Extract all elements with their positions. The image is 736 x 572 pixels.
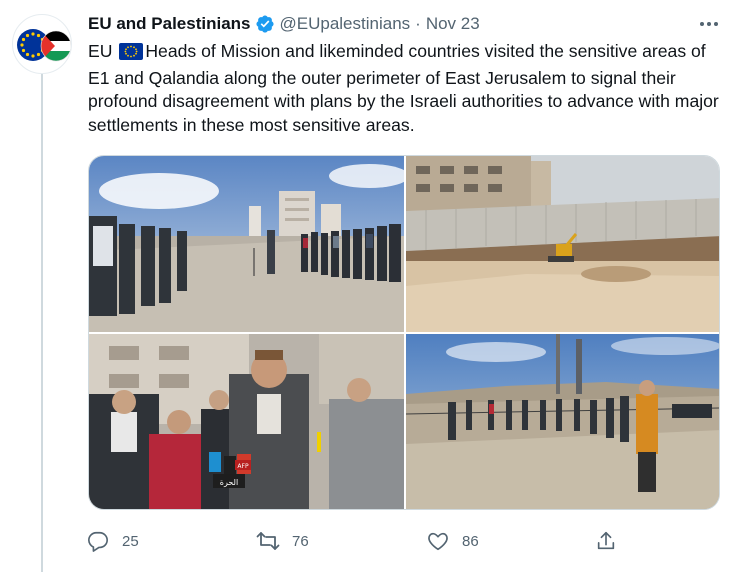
verified-badge-icon — [255, 14, 275, 34]
like-button[interactable]: 86 — [426, 526, 479, 556]
share-button[interactable] — [594, 526, 618, 556]
tweet-actions: 25 76 86 — [86, 526, 626, 556]
mic-label-2: AFP — [237, 463, 249, 470]
tweet-date[interactable]: Nov 23 — [426, 14, 480, 34]
display-name[interactable]: EU and Palestinians — [88, 14, 251, 34]
media-grid: الحرة AFP — [88, 155, 720, 510]
heart-icon — [426, 529, 450, 553]
reply-button[interactable]: 25 — [86, 526, 139, 556]
retweet-button[interactable]: 76 — [256, 526, 309, 556]
tweet-header: EU and Palestinians @EUpalestinians · No… — [88, 13, 480, 35]
eu-flag-icon — [119, 43, 144, 67]
share-icon — [594, 529, 618, 553]
photo-group-hillside[interactable] — [406, 334, 719, 509]
photo-separation-wall[interactable] — [406, 156, 719, 332]
thread-line — [41, 72, 43, 572]
more-icon[interactable] — [696, 13, 722, 35]
photo-speaker-microphones[interactable]: الحرة AFP — [89, 334, 404, 509]
reply-icon — [86, 529, 110, 553]
retweet-count: 76 — [292, 532, 309, 550]
tweet-text-prefix: EU — [88, 41, 118, 61]
photo-press-line[interactable] — [89, 156, 404, 332]
reply-count: 25 — [122, 532, 139, 550]
like-count: 86 — [462, 532, 479, 550]
eu-palestine-flags-icon — [17, 29, 71, 62]
avatar[interactable] — [12, 14, 72, 74]
separator-dot: · — [415, 14, 421, 33]
tweet-text-body: Heads of Mission and likeminded countrie… — [88, 41, 719, 135]
mic-label-1: الحرة — [220, 478, 238, 487]
handle[interactable]: @EUpalestinians — [280, 14, 411, 34]
tweet-text: EU Heads of Mission and likeminded count… — [88, 40, 720, 137]
retweet-icon — [256, 529, 280, 553]
